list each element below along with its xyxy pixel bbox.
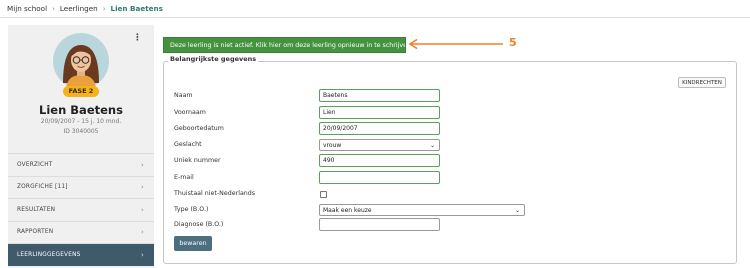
chevron-right-icon: ›	[141, 183, 144, 192]
chevron-right-icon: ›	[141, 160, 144, 169]
label-email: E-mail	[174, 174, 194, 181]
chevron-down-icon: ⌄	[514, 206, 520, 214]
student-sidebar: ⋮ FASE 2 Lien Baetens 20/09/2007 - 15 j.…	[8, 25, 154, 268]
student-birthdate-age: 20/09/2007 - 15 j. 10 mnd.	[40, 118, 122, 125]
breadcrumb: Mijn school › Leerlingen › Lien Baetens	[0, 0, 750, 18]
label-thuistaal: Thuistaal niet-Nederlands	[174, 190, 256, 197]
chevron-right-icon: ›	[52, 4, 55, 13]
geboortedatum-input[interactable]: 20/09/2007	[319, 122, 440, 135]
chevron-right-icon: ›	[102, 4, 106, 13]
geslacht-select[interactable]: vrouw ⌄	[319, 139, 440, 151]
nav-item-resultaten[interactable]: RESULTATEN ›	[8, 198, 154, 221]
chevron-down-icon: ⌄	[429, 141, 435, 149]
annotation-number: 5	[509, 36, 517, 49]
avatar	[53, 33, 109, 89]
nav-item-label: RESULTATEN	[17, 206, 56, 213]
children-rights-button[interactable]: KINDRECHTEN	[678, 77, 726, 88]
diagnose-bo-input[interactable]	[319, 218, 440, 231]
geslacht-value: vrouw	[323, 141, 342, 149]
thuistaal-checkbox[interactable]	[320, 191, 327, 198]
nav-item-label: LEERLINGGEGEVENS	[17, 251, 81, 258]
nav-item-label: OVERZICHT	[17, 161, 53, 168]
type-bo-select[interactable]: Maak een keuze ⌄	[319, 204, 525, 216]
uniek-nummer-input[interactable]: 490	[319, 154, 440, 167]
chevron-right-icon: ›	[141, 205, 144, 214]
label-geboortedatum: Geboortedatum	[174, 125, 224, 132]
label-type-bo: Type (B.O.)	[174, 206, 209, 213]
fieldset-legend: Belangrijkste gegevens	[168, 55, 259, 63]
breadcrumb-students-link[interactable]: Leerlingen	[60, 4, 98, 13]
save-button[interactable]: bewaren	[174, 236, 212, 251]
more-options-icon[interactable]: ⋮	[133, 34, 142, 43]
label-naam: Naam	[174, 92, 193, 99]
annotation-arrow-icon	[408, 38, 503, 50]
label-voornaam: Voornaam	[174, 109, 206, 116]
nav-item-label: ZORGFICHE [11]	[17, 184, 68, 191]
label-diagnose-bo: Diagnose (B.O.)	[174, 221, 224, 228]
nav-item-zorgfiche[interactable]: ZORGFICHE [11] ›	[8, 175, 154, 199]
label-uniek-nummer: Uniek nummer	[174, 157, 221, 164]
voornaam-input[interactable]: Lien	[319, 106, 440, 119]
nav-item-label: RAPPORTEN	[17, 229, 54, 236]
reactivate-student-button[interactable]: Deze leerling is niet actief. Klik hier …	[163, 37, 406, 53]
chevron-right-icon: ›	[141, 250, 144, 259]
nav-item-overzicht[interactable]: OVERZICHT ›	[8, 153, 154, 176]
naam-input[interactable]: Baetens	[319, 89, 440, 102]
chevron-right-icon: ›	[141, 228, 144, 237]
main-data-fieldset	[163, 61, 737, 264]
phase-badge: FASE 2	[63, 86, 99, 97]
breadcrumb-home-link[interactable]: Mijn school	[7, 4, 47, 13]
nav-item-rapporten[interactable]: RAPPORTEN ›	[8, 220, 154, 244]
label-geslacht: Geslacht	[174, 141, 202, 148]
type-bo-value: Maak een keuze	[323, 206, 372, 214]
email-field[interactable]	[319, 171, 440, 184]
nav-item-leerlinggegevens[interactable]: LEERLINGGEGEVENS ›	[8, 243, 154, 266]
student-name: Lien Baetens	[39, 103, 123, 117]
student-id: ID 3040005	[63, 128, 99, 135]
student-nav: OVERZICHT › ZORGFICHE [11] › RESULTATEN …	[8, 153, 154, 266]
breadcrumb-current: Lien Baetens	[110, 4, 163, 13]
